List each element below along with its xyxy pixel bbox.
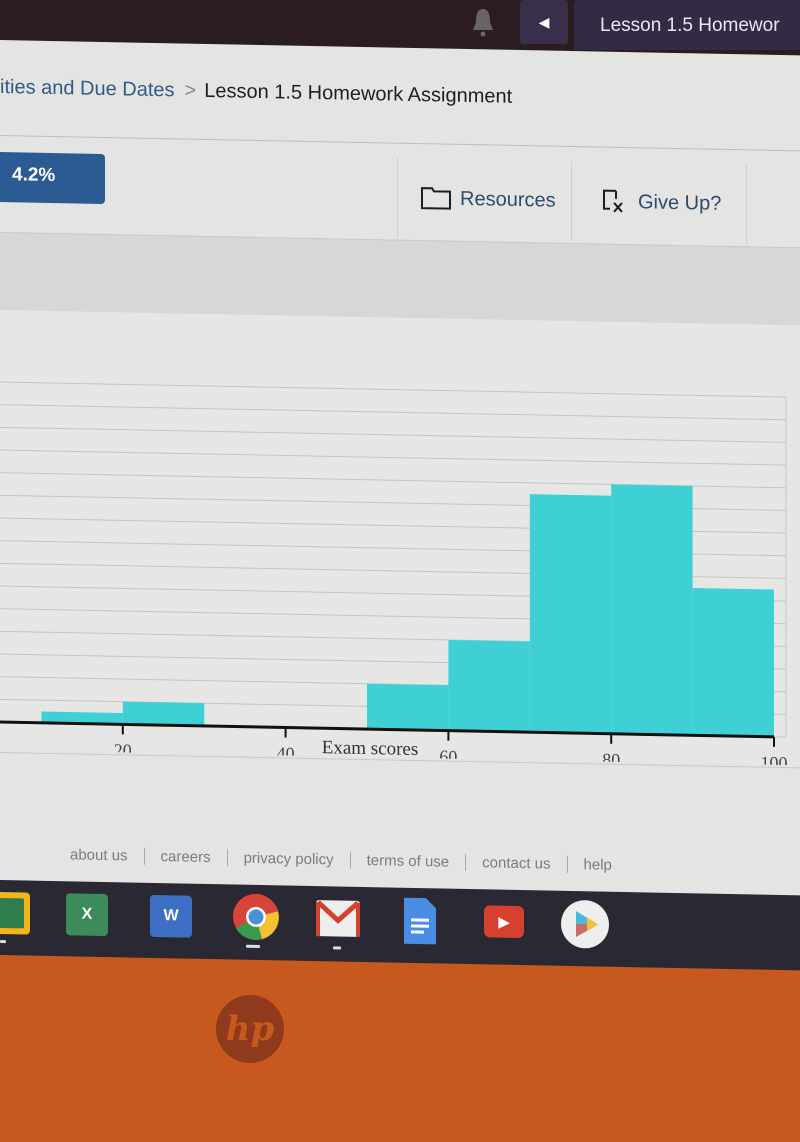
assignment-page: ities and Due Dates > Lesson 1.5 Homework … [0,40,800,898]
footer-link-about[interactable]: about us [66,846,145,865]
x-tick-label: 40 [277,743,295,763]
breadcrumb-parent-link[interactable]: ities and Due Dates [0,76,175,101]
footer-link-careers[interactable]: careers [144,847,228,867]
running-indicator [0,940,6,944]
histogram-bar-50-60 [367,683,449,731]
os-taskbar: X W ▶ [0,880,800,971]
hp-logo: hp [216,995,284,1063]
footer-link-help[interactable]: help [568,856,628,874]
youtube-app-icon[interactable]: ▶ [484,905,524,939]
breadcrumb-chevron-icon: > [184,79,197,102]
footer-links: about us careers privacy policy terms of… [66,846,628,874]
breadcrumb: ities and Due Dates > Lesson 1.5 Homework … [0,76,512,109]
x-tick-label: 60 [439,746,457,765]
running-indicator [246,944,260,948]
notification-bell-icon[interactable] [470,6,496,38]
excel-app-icon[interactable]: X [66,893,108,937]
histogram-panel: 20 40 60 80 100 Exam scores [0,310,800,773]
gmail-app-icon[interactable] [314,896,362,941]
histogram-bar-60-70 [448,639,530,733]
folder-icon [421,187,451,210]
footer-link-privacy[interactable]: privacy policy [227,849,351,869]
play-store-app-icon[interactable] [560,899,610,950]
score-badge: 4.2% [0,152,105,205]
gridline [0,404,786,421]
x-tick-label: 20 [114,740,132,760]
toolbar-cell [746,164,800,246]
classroom-app-icon[interactable] [0,891,30,935]
give-up-x-icon [603,189,623,213]
give-up-label: Give Up? [638,190,722,215]
window-tab-title[interactable]: Lesson 1.5 Homewor [574,0,800,50]
x-axis-label: Exam scores [322,737,419,760]
back-button[interactable]: ◀ [520,0,568,44]
bars [41,484,774,737]
resources-label: Resources [460,187,556,212]
running-indicator [333,946,341,950]
footer-link-contact[interactable]: contact us [466,853,568,873]
gridline [0,426,786,443]
gridline [0,381,786,398]
histogram-bar-90-100 [692,587,774,737]
histogram-bar-70-80 [529,494,612,734]
give-up-button[interactable]: Give Up? [571,160,746,245]
histogram-bar-80-90 [611,484,693,736]
footer-link-terms[interactable]: terms of use [350,851,467,871]
docs-app-icon[interactable] [402,896,438,947]
histogram-chart: 20 40 60 80 100 Exam scores [0,381,788,773]
chrome-app-icon[interactable] [232,892,280,941]
gridline [0,449,786,466]
back-arrow-icon: ◀ [538,13,550,30]
histogram-bar-20-30 [122,701,205,726]
x-tick-label: 100 [761,753,788,766]
resources-button[interactable]: Resources [397,157,571,241]
divider [0,135,800,152]
word-app-icon[interactable]: W [150,894,192,938]
breadcrumb-current: Lesson 1.5 Homework Assignment [204,79,513,108]
